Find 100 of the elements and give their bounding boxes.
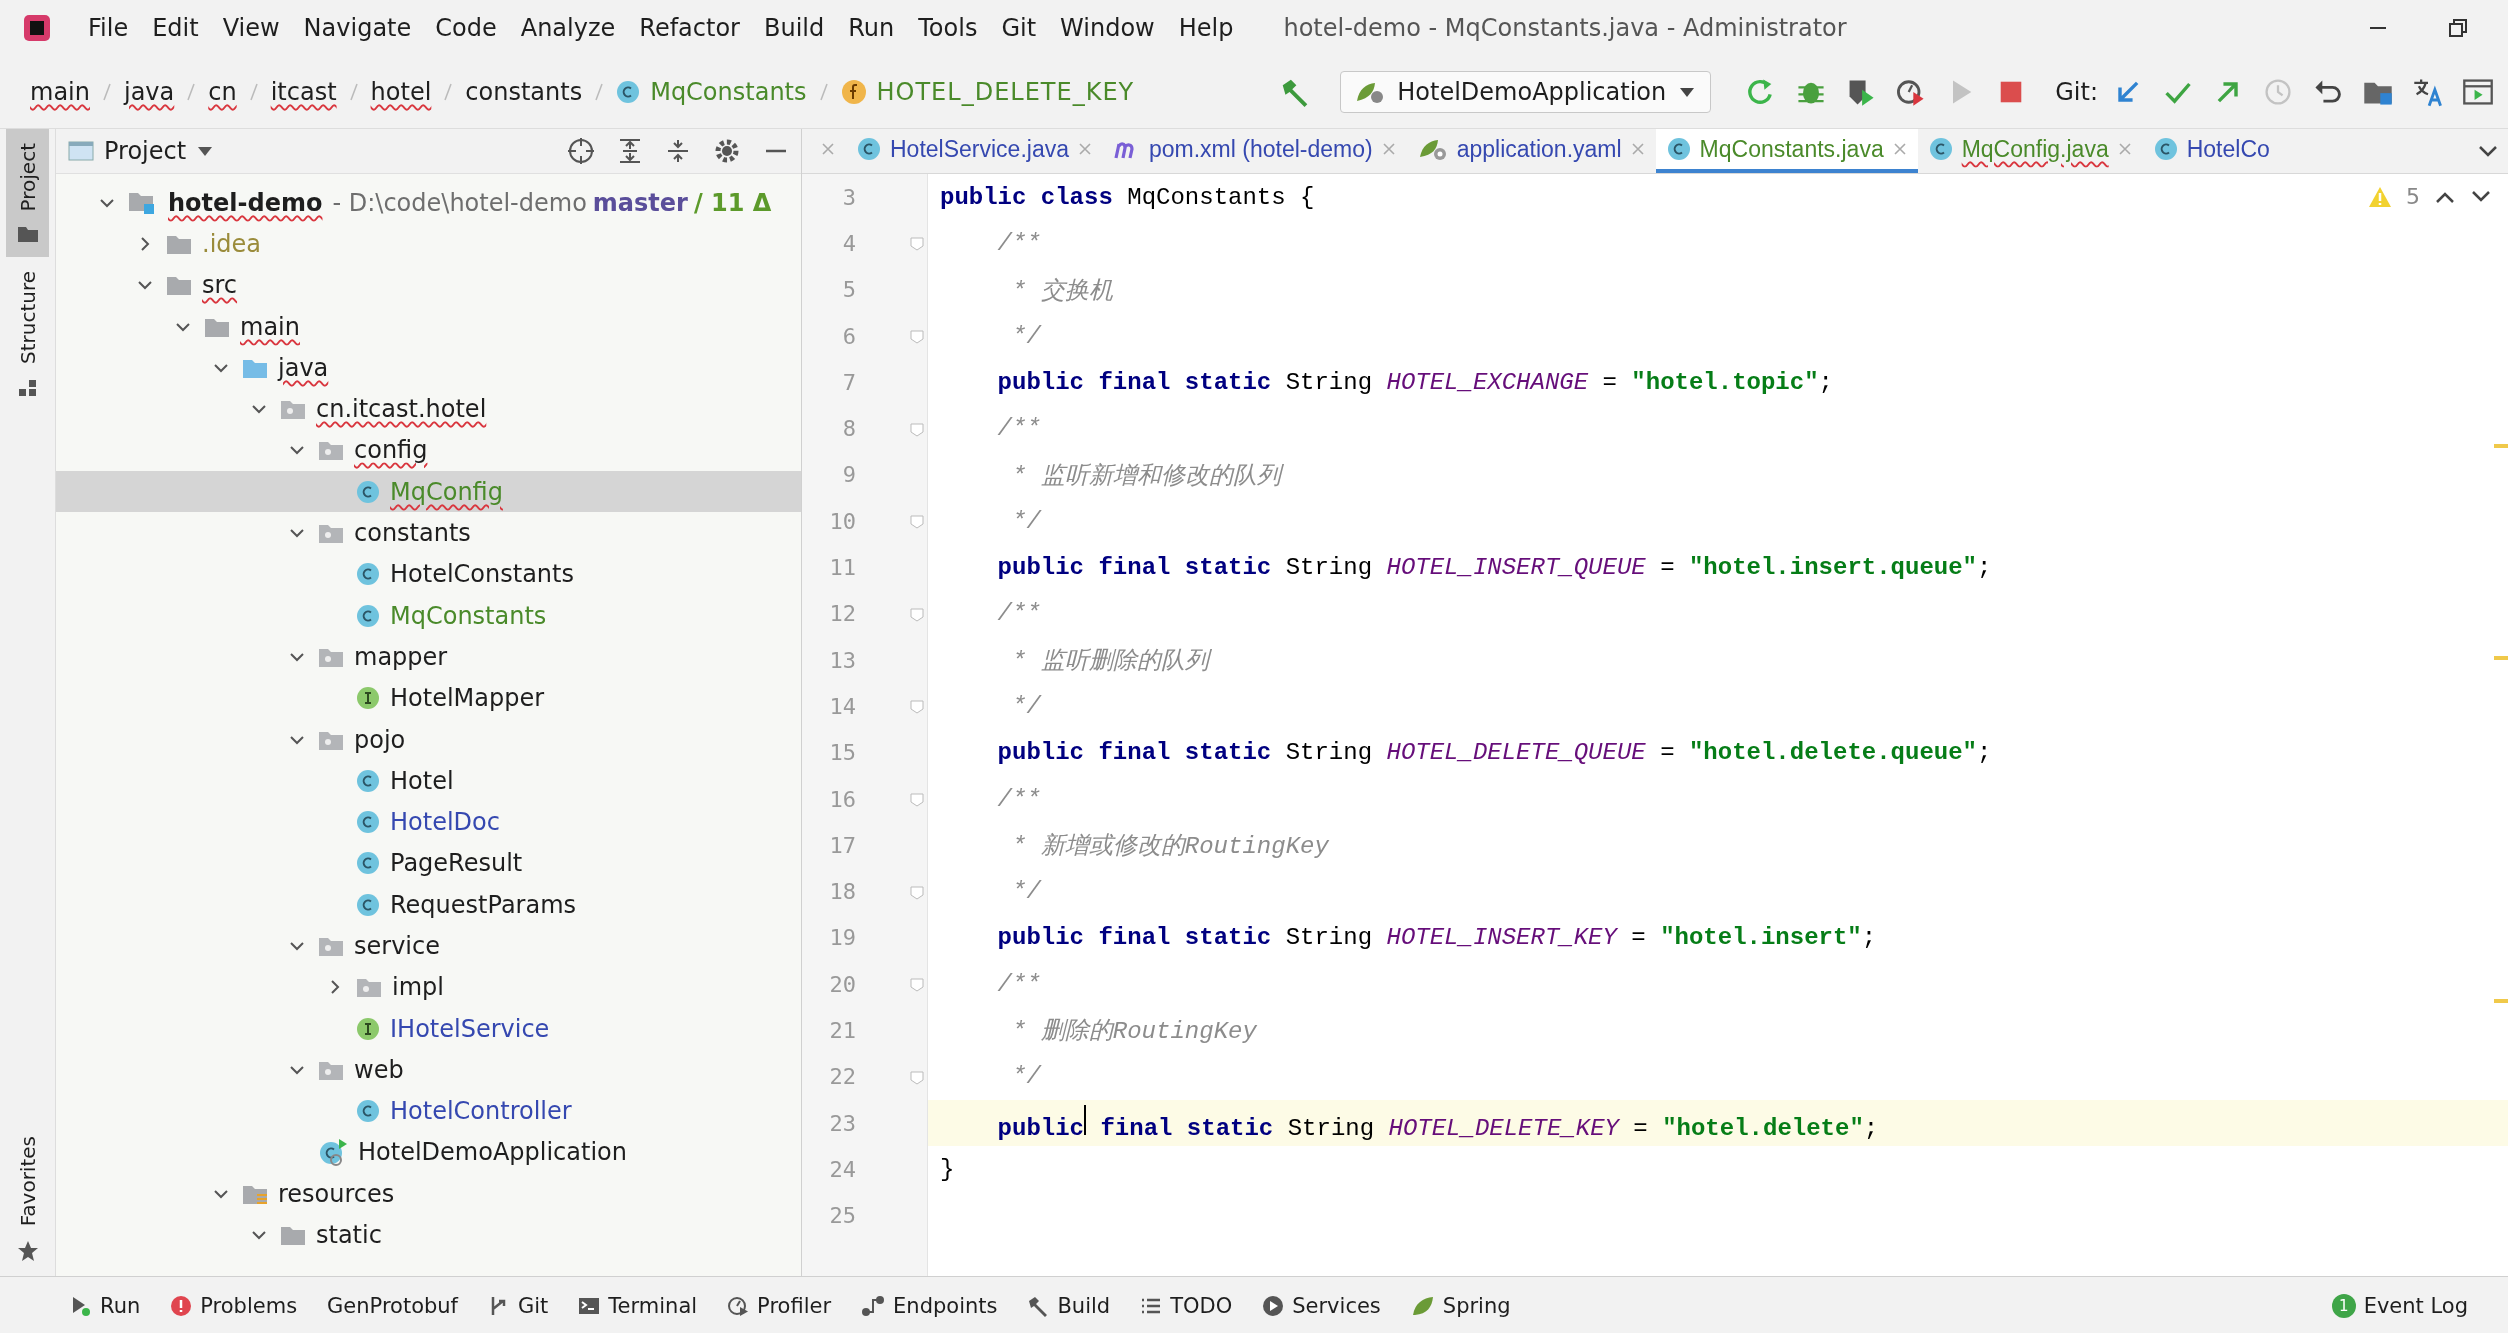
tree-item[interactable]: IHotelService: [56, 1007, 801, 1050]
fold-marker-icon[interactable]: [909, 1068, 925, 1085]
class-icon: [1928, 137, 1953, 161]
tree-item[interactable]: web: [56, 1049, 801, 1091]
tool-window-tab[interactable]: Favorites: [6, 1121, 49, 1276]
editor-tab[interactable]: MqConfig.java: [1917, 129, 2143, 173]
editor-tab[interactable]: pom.xml (hotel-demo): [1102, 129, 1407, 173]
tool-window-button[interactable]: Run: [100, 1294, 141, 1318]
tree-item[interactable]: cn.itcast.hotel: [56, 388, 801, 430]
tree-item[interactable]: RequestParams: [56, 884, 801, 926]
restore-icon[interactable]: [2448, 18, 2468, 38]
tree-item-label: src: [202, 271, 238, 300]
breadcrumb-item[interactable]: MqConstants: [650, 78, 807, 106]
line-number: 18: [828, 879, 856, 905]
tool-window-button[interactable]: Git: [518, 1294, 549, 1318]
code-line: public final static String HOTEL_EXCHANGE = "hotel.topic";: [996, 368, 1833, 396]
tree-item[interactable]: HotelMapper: [56, 677, 801, 719]
tool-window-button[interactable]: Terminal: [608, 1294, 698, 1318]
menu-item[interactable]: Refactor: [627, 14, 752, 42]
editor-tab[interactable]: application.yaml: [1406, 129, 1656, 173]
tool-window-button[interactable]: Profiler: [757, 1294, 832, 1318]
menu-item[interactable]: View: [210, 14, 292, 42]
fold-marker-icon[interactable]: [909, 698, 925, 715]
fold-marker-icon[interactable]: [909, 883, 925, 900]
tool-window-button[interactable]: Build: [1057, 1294, 1111, 1318]
tree-item[interactable]: src: [56, 264, 801, 306]
fold-marker-icon[interactable]: [909, 605, 925, 622]
tool-window-button[interactable]: GenProtobuf: [327, 1294, 458, 1318]
settings-icon[interactable]: [713, 137, 741, 165]
code-line: /**: [996, 600, 1041, 628]
menu-item[interactable]: Code: [423, 14, 509, 42]
tree-item[interactable]: HotelController: [56, 1090, 801, 1132]
tree-item[interactable]: HotelConstants: [56, 553, 801, 595]
tree-item[interactable]: HotelDemoApplication: [56, 1131, 801, 1174]
tree-item[interactable]: impl: [56, 966, 801, 1008]
editor-tab[interactable]: MqConstants.java: [1655, 129, 1918, 173]
locate-icon[interactable]: [567, 137, 595, 165]
dropdown-caret-icon[interactable]: [196, 145, 215, 157]
expand-all-icon[interactable]: [617, 138, 643, 164]
fold-marker-icon[interactable]: [909, 513, 925, 530]
line-number: 4: [841, 230, 856, 256]
tool-window-button[interactable]: Spring: [1442, 1294, 1511, 1318]
breadcrumb-item[interactable]: java: [123, 78, 175, 106]
tree-item[interactable]: MqConstants: [56, 594, 801, 637]
breadcrumb-item[interactable]: cn: [208, 78, 237, 106]
tool-window-button[interactable]: TODO: [1170, 1294, 1233, 1318]
tree-item-label: PageResult: [390, 849, 523, 878]
line-number: 20: [828, 971, 856, 997]
menu-item[interactable]: Help: [1166, 14, 1246, 42]
panel-title[interactable]: Project: [104, 137, 187, 165]
project-path: - D:\code\hotel-demo: [332, 188, 587, 217]
fold-marker-icon[interactable]: [909, 235, 925, 252]
tree-item[interactable]: HotelDoc: [56, 801, 801, 843]
tree-item[interactable]: service: [56, 925, 801, 967]
tree-item[interactable]: pojo: [56, 718, 801, 761]
tree-item[interactable]: main: [56, 305, 801, 348]
menu-item[interactable]: Window: [1048, 14, 1167, 42]
tree-item[interactable]: resources: [56, 1173, 801, 1215]
tree-item[interactable]: constants: [56, 512, 801, 554]
fold-marker-icon[interactable]: [909, 420, 925, 437]
breadcrumb-item[interactable]: itcast: [270, 78, 337, 106]
breadcrumb-item[interactable]: hotel: [370, 78, 432, 106]
breadcrumb-item[interactable]: HOTEL_DELETE_KEY: [876, 78, 1135, 106]
tree-item[interactable]: config: [56, 429, 801, 472]
tree-item[interactable]: hotel-demo - D:\code\hotel-demo master / 11 Δ: [56, 182, 801, 224]
tree-item[interactable]: java: [56, 347, 801, 389]
tool-window-button[interactable]: Endpoints: [893, 1294, 998, 1318]
tool-window-tab[interactable]: Project: [6, 129, 49, 258]
git-label: Git:: [2055, 78, 2098, 106]
menu-item[interactable]: File: [76, 14, 141, 42]
tree-item[interactable]: PageResult: [56, 842, 801, 885]
tool-window-button[interactable]: Problems: [200, 1294, 298, 1318]
fold-marker-icon[interactable]: [909, 791, 925, 807]
collapse-all-icon[interactable]: [665, 138, 691, 164]
tree-item[interactable]: static: [56, 1214, 801, 1256]
menu-item[interactable]: Analyze: [508, 14, 628, 42]
tree-item[interactable]: Hotel: [56, 760, 801, 802]
tool-window-tab[interactable]: Structure: [6, 257, 49, 413]
menu-item[interactable]: Build: [752, 14, 837, 42]
endpoints-icon: [861, 1295, 886, 1317]
menu-item[interactable]: Run: [836, 14, 907, 42]
editor-tab[interactable]: HotelService.java: [846, 129, 1103, 173]
breadcrumb-item[interactable]: main: [30, 78, 90, 106]
run-configuration-dropdown[interactable]: HotelDemoApplication: [1340, 71, 1712, 113]
fold-marker-icon[interactable]: [909, 328, 925, 345]
window-title: hotel-demo - MqConstants.java - Administrator: [1283, 14, 1848, 42]
menu-item[interactable]: Edit: [140, 14, 211, 42]
menu-item[interactable]: Tools: [906, 14, 990, 42]
tree-item[interactable]: mapper: [56, 636, 801, 678]
tool-window-button[interactable]: Services: [1292, 1294, 1381, 1318]
tree-item-label: main: [240, 312, 300, 341]
app-logo-icon: [22, 13, 52, 43]
tree-item-label: HotelDemoApplication: [358, 1138, 627, 1167]
menu-item[interactable]: Navigate: [291, 14, 424, 42]
breadcrumb-item[interactable]: constants: [465, 78, 583, 106]
inspection-widget[interactable]: 5: [2368, 184, 2492, 209]
menu-item[interactable]: Git: [989, 14, 1049, 42]
editor-tab[interactable]: HotelCo: [2142, 129, 2281, 173]
tool-window-button[interactable]: Event Log: [2363, 1294, 2468, 1318]
fold-marker-icon[interactable]: [909, 976, 925, 993]
